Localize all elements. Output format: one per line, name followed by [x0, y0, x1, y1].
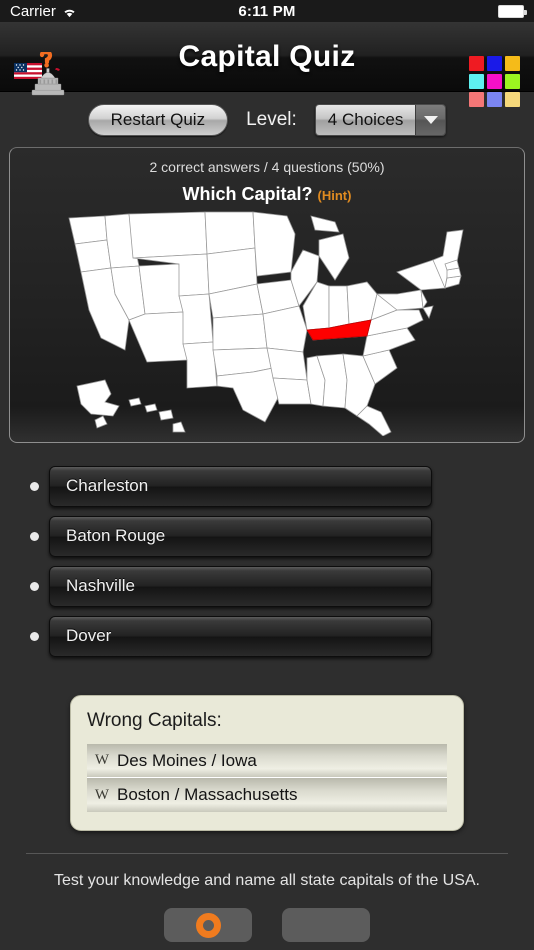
wrong-capital-item[interactable]: W Boston / Massachusetts — [87, 778, 447, 812]
answer-row: Nashville — [0, 561, 534, 611]
restart-quiz-button[interactable]: Restart Quiz — [87, 104, 229, 136]
bullet-icon — [30, 631, 39, 641]
wrong-capitals-panel: Wrong Capitals: W Des Moines / Iowa W Bo… — [70, 695, 464, 831]
wrong-marker-icon: W — [94, 786, 110, 803]
us-flag-capitol-question-logo — [12, 49, 70, 96]
quiz-toolbar: Restart Quiz Level: 4 Choices — [0, 92, 534, 144]
chevron-down-icon — [415, 105, 446, 135]
wrong-capitals-title: Wrong Capitals: — [87, 710, 222, 731]
wrong-capital-label: Des Moines / Iowa — [117, 750, 257, 770]
color-grid-icon[interactable] — [469, 56, 520, 107]
record-button[interactable] — [164, 908, 252, 942]
bullet-icon — [30, 581, 39, 591]
footer-description: Test your knowledge and name all state c… — [53, 872, 480, 889]
score-text: 2 correct answers / 4 questions (50%) — [149, 159, 385, 175]
usa-map-svg — [68, 211, 464, 436]
color-swatch — [469, 92, 484, 107]
level-select-value: 4 Choices — [315, 105, 416, 135]
answer-option-button[interactable]: Dover — [49, 615, 432, 657]
color-swatch — [487, 56, 502, 71]
status-bar-time: 6:11 PM — [238, 2, 296, 20]
color-swatch — [469, 56, 484, 71]
level-select[interactable]: 4 Choices — [314, 104, 447, 136]
answer-row: Dover — [0, 611, 534, 661]
level-label: Level: — [246, 109, 297, 130]
answer-option-button[interactable]: Charleston — [49, 465, 432, 507]
color-swatch — [487, 74, 502, 89]
question-header: Which Capital? (Hint) — [10, 175, 524, 205]
answer-row: Charleston — [0, 461, 534, 511]
app-header: Capital Quiz — [0, 22, 534, 107]
question-label: Which Capital? — [182, 184, 313, 204]
answer-option-button[interactable]: Baton Rouge — [49, 515, 432, 557]
secondary-button[interactable] — [282, 908, 370, 942]
answer-list: Charleston Baton Rouge Nashville Dover — [0, 461, 534, 661]
color-swatch — [505, 56, 520, 71]
status-bar-right — [498, 4, 527, 18]
bullet-icon — [30, 531, 39, 541]
answer-option-button[interactable]: Nashville — [49, 565, 432, 607]
record-ring-icon — [195, 912, 221, 938]
footer-button-bar — [0, 908, 534, 942]
page-title: Capital Quiz — [178, 39, 356, 73]
wrong-capital-item[interactable]: W Des Moines / Iowa — [87, 744, 447, 778]
battery-full-icon — [498, 4, 527, 18]
status-bar: Carrier 6:11 PM — [0, 0, 534, 22]
footer-divider — [26, 853, 508, 854]
wrong-capital-label: Boston / Massachusetts — [117, 785, 298, 804]
color-swatch — [487, 92, 502, 107]
answer-row: Baton Rouge — [0, 511, 534, 561]
hint-link[interactable]: (Hint) — [318, 188, 352, 203]
color-swatch — [469, 74, 484, 89]
color-swatch — [505, 92, 520, 107]
bullet-icon — [30, 481, 39, 491]
color-swatch — [505, 74, 520, 89]
wrong-marker-icon: W — [94, 752, 110, 768]
quiz-panel: 2 correct answers / 4 questions (50%) Wh… — [9, 147, 525, 443]
usa-map[interactable] — [10, 210, 524, 442]
